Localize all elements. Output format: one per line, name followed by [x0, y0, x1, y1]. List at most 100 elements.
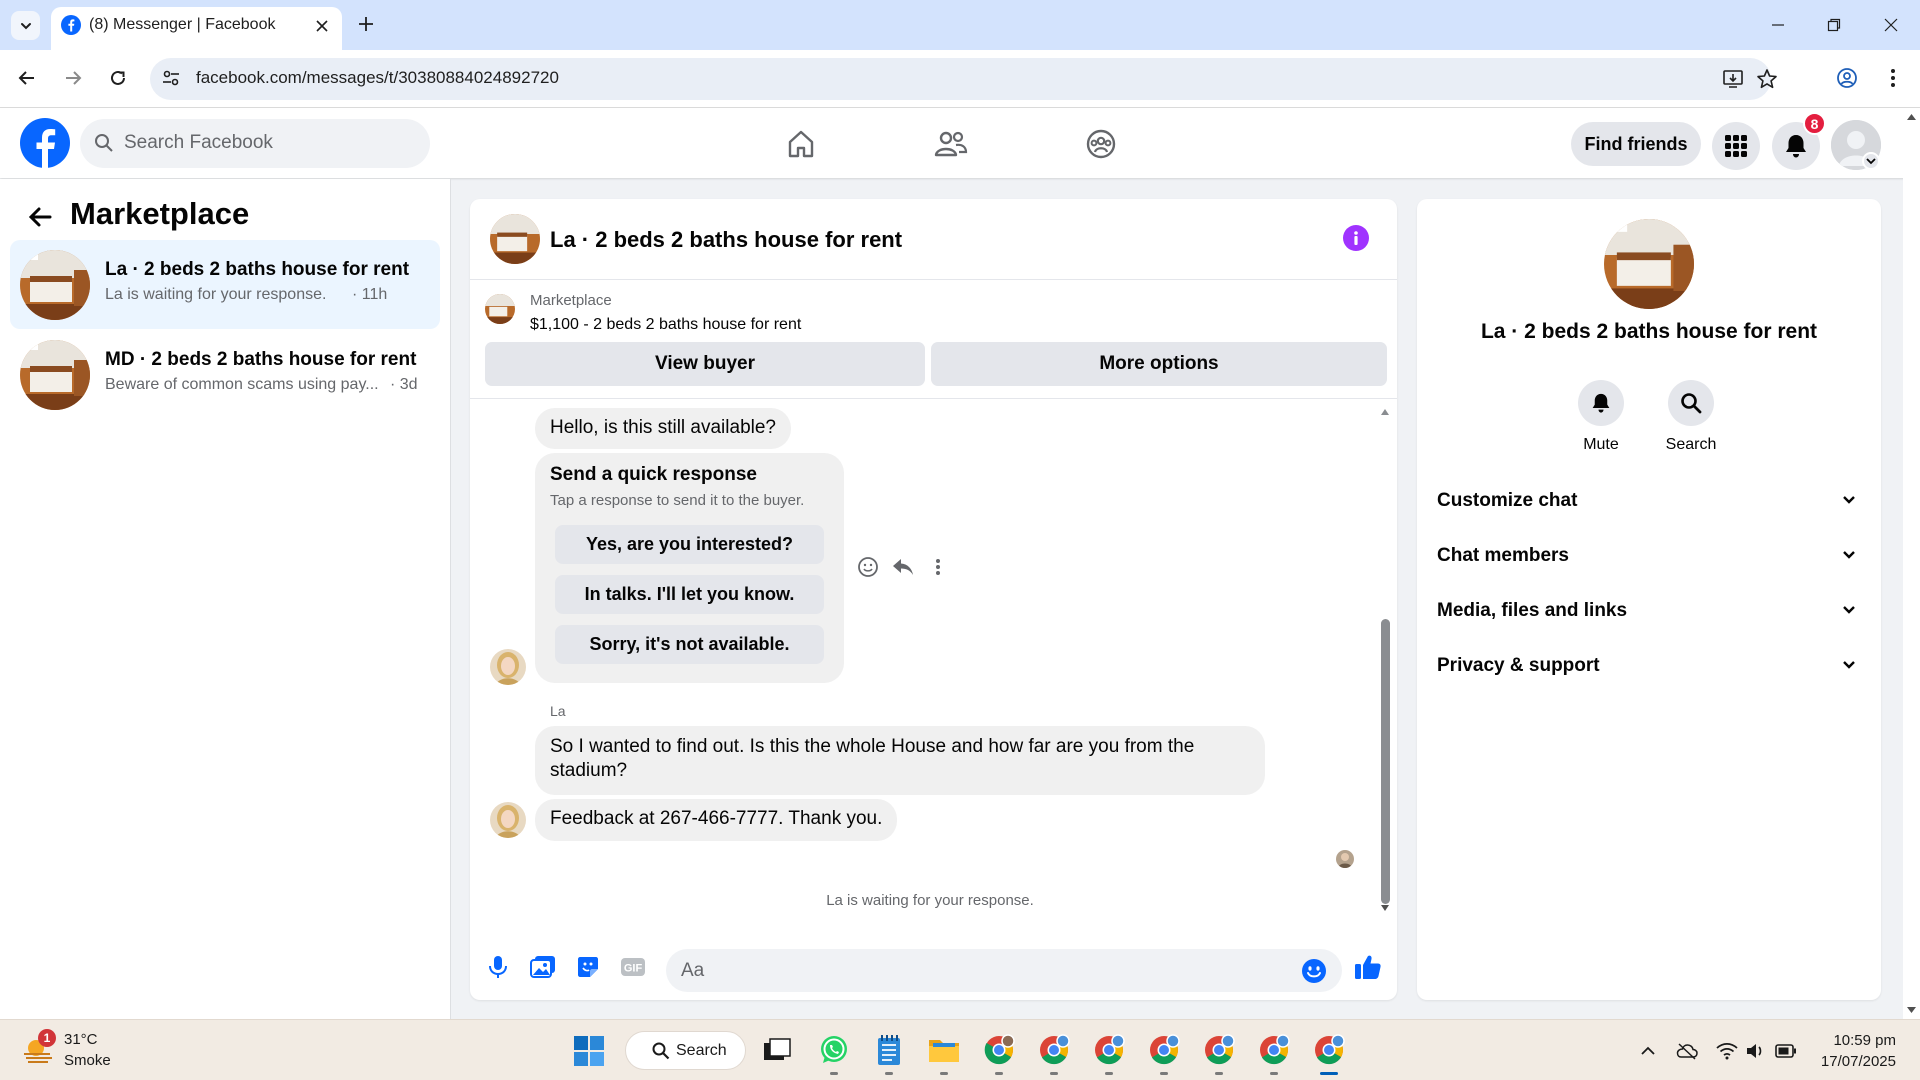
facebook-search[interactable] — [80, 119, 430, 168]
minimize-button[interactable] — [1763, 10, 1793, 40]
running-indicator — [1215, 1072, 1223, 1075]
view-buyer-button[interactable]: View buyer — [485, 342, 925, 386]
nav-home[interactable] — [746, 123, 856, 165]
microphone-icon[interactable] — [483, 952, 513, 982]
page-scrollbar[interactable] — [1903, 108, 1920, 1019]
search-input[interactable] — [124, 130, 414, 156]
search-label: Search — [1665, 436, 1717, 453]
site-info-icon[interactable] — [161, 68, 181, 88]
new-tab-button[interactable] — [353, 11, 379, 37]
quick-response-not-available[interactable]: Sorry, it's not available. — [555, 625, 824, 664]
nav-groups[interactable] — [1046, 123, 1156, 165]
more-options-button[interactable]: More options — [931, 342, 1387, 386]
browser-tab-active[interactable]: (8) Messenger | Facebook — [51, 7, 342, 50]
sticker-icon[interactable] — [573, 952, 603, 982]
chrome-icon[interactable] — [1198, 1029, 1240, 1071]
profile-icon[interactable] — [1831, 62, 1863, 94]
section-privacy-support[interactable]: Privacy & support — [1427, 641, 1871, 691]
quick-response-card: Send a quick response Tap a response to … — [535, 453, 844, 683]
address-bar[interactable]: facebook.com/messages/t/3038088402489272… — [150, 58, 1777, 100]
image-icon[interactable] — [528, 952, 558, 982]
apps-menu-button[interactable] — [1712, 122, 1760, 170]
reply-icon[interactable] — [890, 554, 916, 580]
search-icon — [1668, 380, 1714, 426]
weather-condition[interactable]: Smoke — [64, 1052, 111, 1069]
emoji-icon[interactable] — [855, 554, 881, 580]
seen-indicator-avatar — [1336, 850, 1354, 868]
weather-temperature[interactable]: 31°C — [64, 1031, 98, 1048]
chat-title[interactable]: La · 2 beds 2 baths house for rent — [550, 227, 902, 253]
chrome-icon[interactable] — [1253, 1029, 1295, 1071]
task-view-icon[interactable] — [756, 1029, 798, 1071]
message-bubble[interactable]: So I wanted to find out. Is this the who… — [535, 726, 1265, 795]
listing-photo — [20, 250, 90, 320]
back-arrow-icon[interactable] — [24, 201, 56, 233]
quick-response-in-talks[interactable]: In talks. I'll let you know. — [555, 575, 824, 614]
back-button[interactable] — [11, 62, 43, 94]
chrome-icon[interactable] — [1143, 1029, 1185, 1071]
menu-dots-icon[interactable] — [1877, 62, 1909, 94]
listing-summary: Marketplace $1,100 - 2 beds 2 baths hous… — [470, 281, 1397, 399]
chevron-down-icon — [1841, 491, 1857, 507]
notepad-icon[interactable] — [868, 1029, 910, 1071]
install-app-icon[interactable] — [1721, 67, 1745, 91]
message-input[interactable] — [681, 958, 1281, 984]
conversation-item-md[interactable]: MD · 2 beds 2 baths house for rent Bewar… — [10, 330, 440, 419]
running-indicator — [940, 1072, 948, 1075]
message-input-field[interactable] — [666, 949, 1342, 992]
listing-category: Marketplace — [530, 292, 612, 309]
clock-time[interactable]: 10:59 pm — [1800, 1032, 1896, 1049]
listing-photo — [20, 340, 90, 410]
like-thumb-icon[interactable] — [1353, 952, 1383, 982]
mute-button[interactable]: Mute — [1561, 380, 1641, 454]
gif-icon[interactable]: GIF — [618, 952, 648, 982]
listing-price-title[interactable]: $1,100 - 2 beds 2 baths house for rent — [530, 316, 801, 334]
browser-tab-bar: (8) Messenger | Facebook — [0, 0, 1920, 50]
search-in-chat-button[interactable]: Search — [1651, 380, 1731, 454]
section-media-files-links[interactable]: Media, files and links — [1427, 586, 1871, 636]
windows-start-icon[interactable] — [574, 1036, 604, 1066]
file-explorer-icon[interactable] — [923, 1029, 965, 1071]
onedrive-offline-icon[interactable] — [1676, 1040, 1698, 1062]
volume-icon[interactable] — [1744, 1040, 1766, 1062]
listing-thumbnail[interactable] — [485, 294, 515, 324]
chrome-icon[interactable] — [1308, 1029, 1350, 1071]
wifi-icon[interactable] — [1716, 1040, 1738, 1062]
chevron-up-icon[interactable] — [1637, 1040, 1659, 1062]
chrome-icon[interactable] — [1088, 1029, 1130, 1071]
info-avatar[interactable] — [1604, 219, 1694, 309]
nav-friends[interactable] — [896, 123, 1006, 165]
reload-button[interactable] — [102, 62, 134, 94]
chrome-icon[interactable] — [1033, 1029, 1075, 1071]
forward-button[interactable] — [57, 62, 89, 94]
battery-icon[interactable] — [1775, 1040, 1797, 1062]
quick-response-yes[interactable]: Yes, are you interested? — [555, 525, 824, 564]
sender-avatar[interactable] — [490, 649, 526, 685]
reload-icon — [111, 70, 125, 85]
whatsapp-icon[interactable] — [813, 1029, 855, 1071]
taskbar-search[interactable]: Search — [625, 1031, 746, 1070]
chevron-down-icon[interactable] — [1862, 152, 1880, 170]
sender-avatar[interactable] — [490, 802, 526, 838]
chevron-down-icon — [1841, 601, 1857, 617]
chat-avatar[interactable] — [490, 214, 540, 264]
message-bubble[interactable]: Feedback at 267-466-7777. Thank you. — [535, 799, 898, 841]
info-icon[interactable] — [1343, 225, 1369, 251]
find-friends-button[interactable]: Find friends — [1571, 122, 1701, 166]
more-actions-icon[interactable] — [925, 554, 951, 580]
running-indicator — [995, 1072, 1003, 1075]
close-window-button[interactable] — [1876, 10, 1906, 40]
section-customize-chat[interactable]: Customize chat — [1427, 476, 1871, 526]
facebook-logo[interactable] — [20, 118, 70, 168]
section-chat-members[interactable]: Chat members — [1427, 531, 1871, 581]
emoji-picker-icon[interactable] — [1300, 957, 1328, 985]
close-icon[interactable] — [312, 16, 332, 36]
restore-button[interactable] — [1819, 10, 1849, 40]
tab-list-button[interactable] — [11, 11, 40, 40]
chat-scrollbar-thumb[interactable] — [1381, 619, 1390, 904]
star-icon[interactable] — [1755, 67, 1779, 91]
conversation-item-la[interactable]: La · 2 beds 2 baths house for rent La is… — [10, 240, 440, 329]
chrome-icon[interactable] — [978, 1029, 1020, 1071]
clock-date[interactable]: 17/07/2025 — [1800, 1053, 1896, 1070]
message-bubble[interactable]: Hello, is this still available? — [535, 408, 791, 449]
